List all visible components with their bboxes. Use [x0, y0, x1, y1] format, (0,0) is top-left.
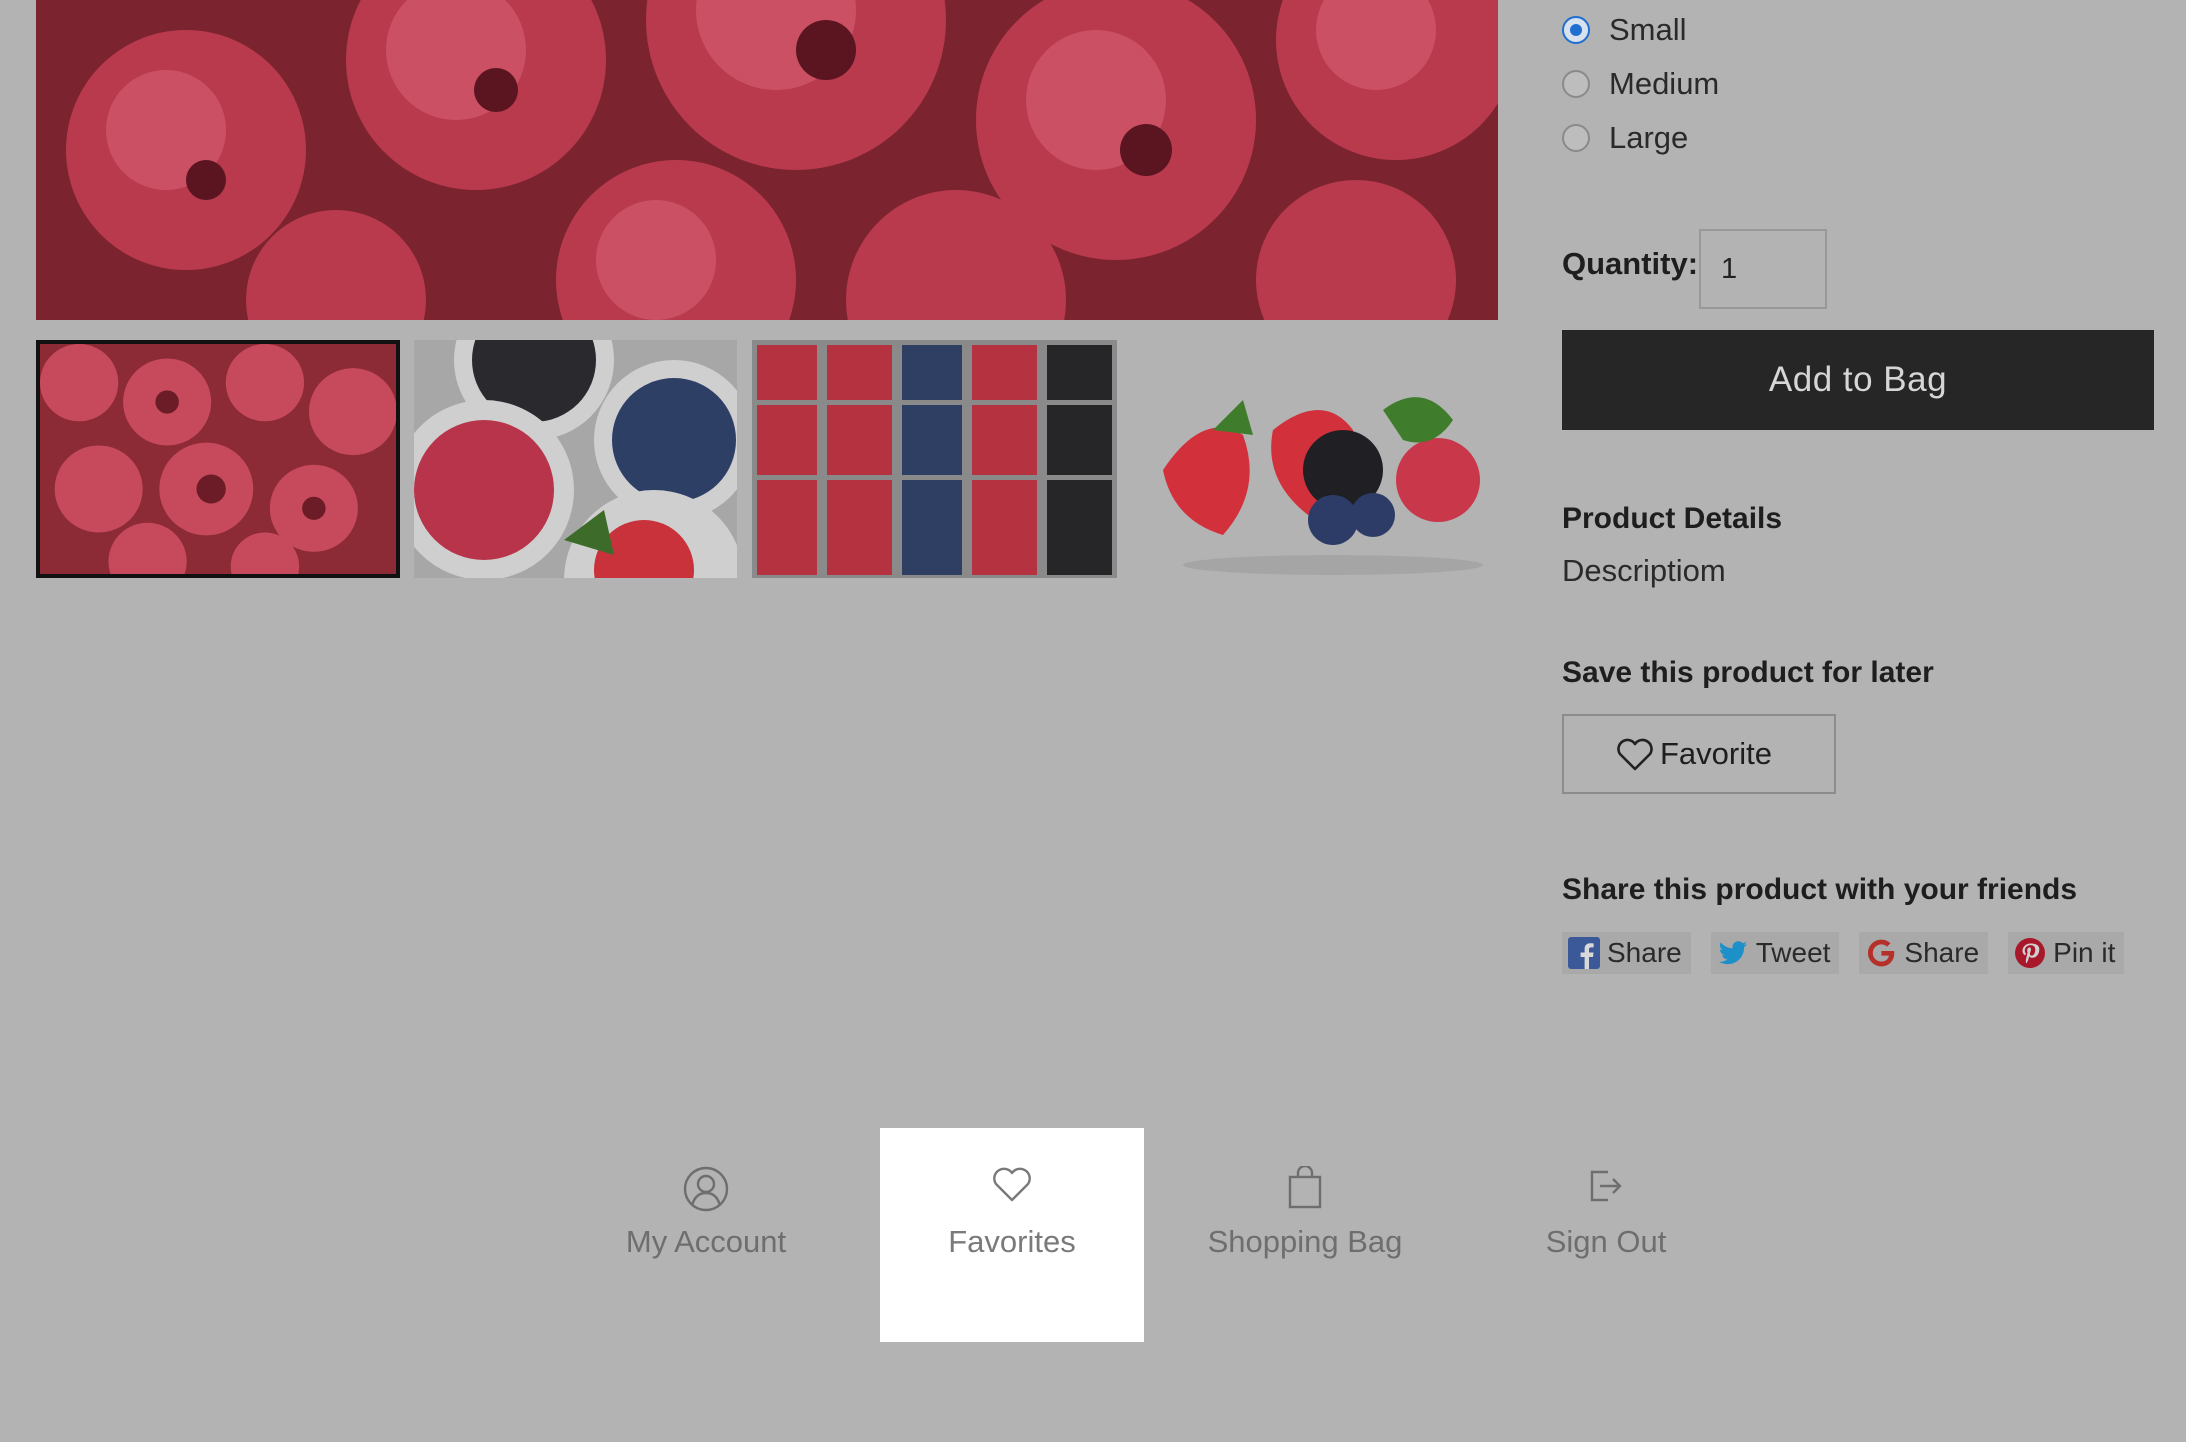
nav-my-account[interactable]: My Account: [574, 1128, 838, 1342]
nav-label: Shopping Bag: [1207, 1224, 1403, 1259]
quantity-label: Quantity:: [1562, 246, 1699, 281]
heart-icon: [993, 1167, 1031, 1202]
pinterest-icon: [2015, 938, 2046, 968]
nav-favorites[interactable]: Favorites: [880, 1128, 1144, 1342]
share-heading: Share this product with your friends: [1562, 873, 2078, 906]
shopping-bag-icon: [1288, 1166, 1322, 1209]
sign-out-icon: [1590, 1170, 1622, 1202]
share-buttons: Share Tweet Share Pin it: [1562, 932, 2125, 974]
thumbnail-raspberries[interactable]: [36, 340, 400, 578]
twitter-share-button[interactable]: Tweet: [1710, 932, 1840, 974]
nav-sign-out[interactable]: Sign Out: [1474, 1128, 1738, 1342]
share-button-label: Pin it: [2053, 937, 2116, 968]
size-option-label: Medium: [1609, 66, 1720, 101]
thumbnail-berry-bowls[interactable]: [414, 340, 737, 578]
favorite-button-label: Favorite: [1660, 736, 1772, 771]
save-for-later-heading: Save this product for later: [1562, 656, 1934, 689]
size-option-small[interactable]: Small: [1562, 10, 1687, 50]
radio-unchecked-icon[interactable]: [1562, 70, 1590, 98]
favorite-button[interactable]: Favorite: [1562, 714, 1836, 794]
quantity-input[interactable]: [1699, 229, 1827, 309]
share-button-label: Share: [1904, 937, 1980, 968]
thumbnail-berry-punnets[interactable]: [752, 340, 1117, 578]
pinterest-share-button[interactable]: Pin it: [2008, 932, 2125, 974]
add-to-bag-button[interactable]: Add to Bag: [1562, 330, 2154, 430]
thumbnail-mixed-berries[interactable]: [1133, 340, 1498, 578]
product-details-heading: Product Details: [1562, 502, 1783, 535]
heart-icon: [1617, 738, 1653, 771]
user-circle-icon: [683, 1166, 729, 1212]
nav-label: My Account: [625, 1224, 787, 1259]
nav-label: Favorites: [948, 1224, 1076, 1259]
share-button-label: Share: [1607, 937, 1682, 968]
size-option-medium[interactable]: Medium: [1562, 64, 1719, 104]
main-product-image: [36, 0, 1498, 320]
nav-label: Sign Out: [1545, 1224, 1667, 1259]
radio-unchecked-icon[interactable]: [1562, 124, 1590, 152]
facebook-icon: [1568, 937, 1600, 969]
size-option-label: Small: [1609, 12, 1687, 47]
radio-checked-icon[interactable]: [1562, 16, 1590, 44]
size-option-label: Large: [1609, 120, 1689, 155]
google-share-button[interactable]: Share: [1859, 932, 1989, 974]
size-option-large[interactable]: Large: [1562, 118, 1688, 158]
product-description: Descriptiom: [1562, 553, 1726, 588]
facebook-share-button[interactable]: Share: [1562, 932, 1691, 974]
share-button-label: Tweet: [1755, 937, 1831, 968]
nav-shopping-bag[interactable]: Shopping Bag: [1173, 1128, 1437, 1342]
bottom-navigation: My Account Favorites Shopping Bag Sign O…: [0, 1128, 2186, 1342]
twitter-icon: [1718, 941, 1747, 965]
google-icon: [1868, 939, 1895, 967]
